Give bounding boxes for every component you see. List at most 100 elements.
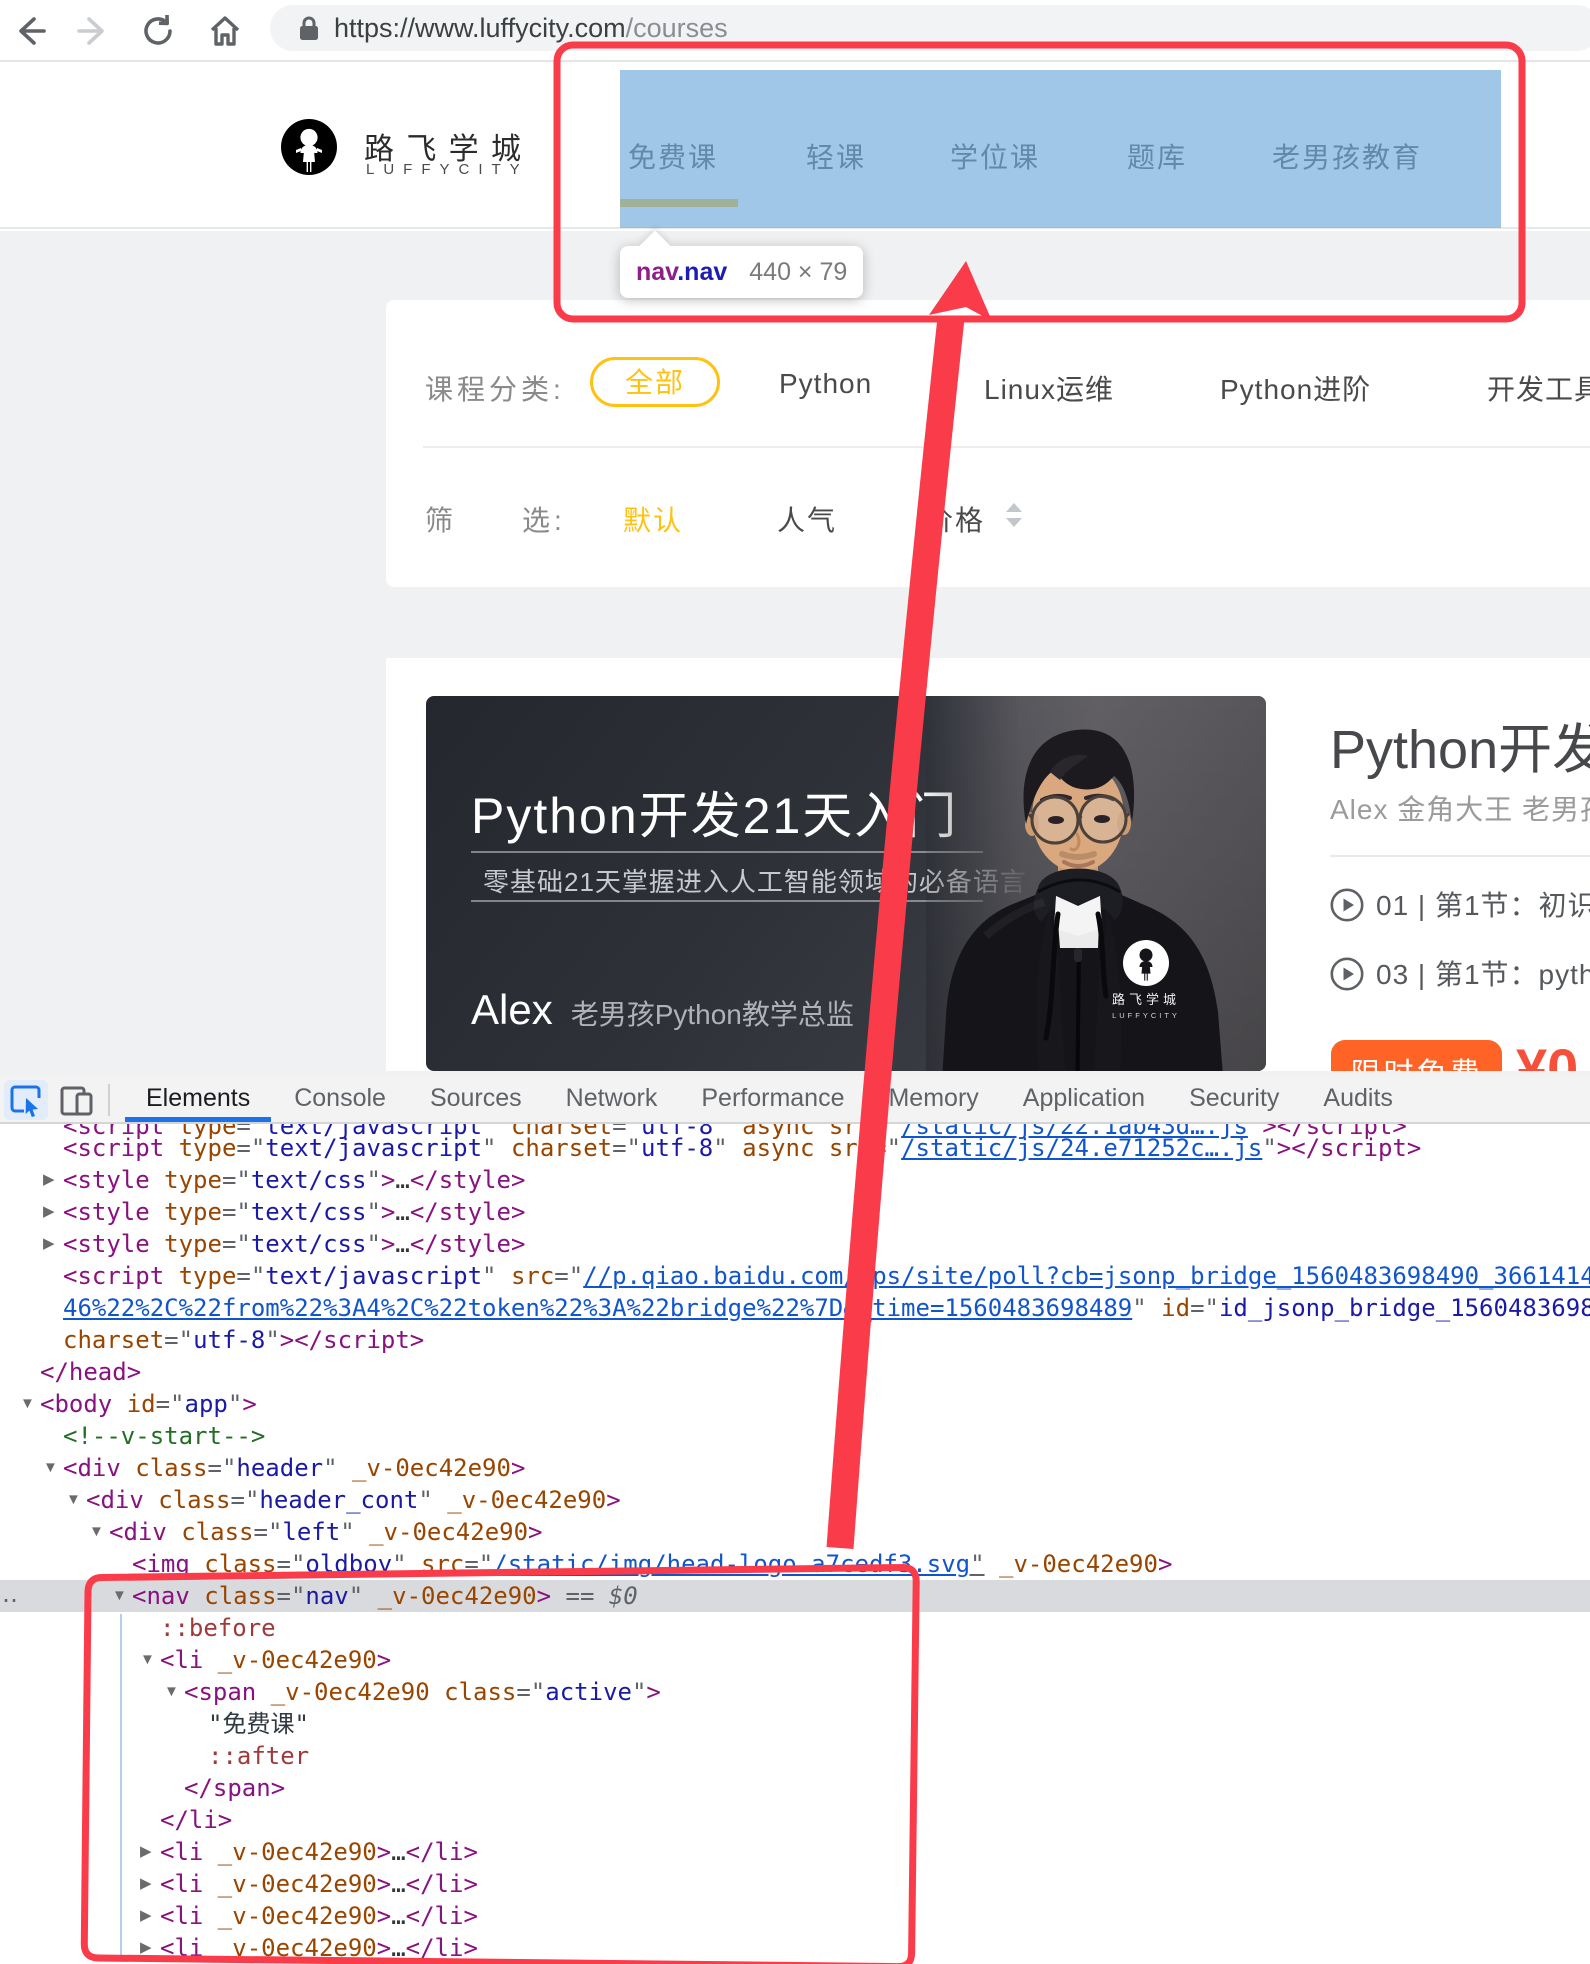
tree-row[interactable]: ::after — [0, 1740, 1590, 1772]
tree-row[interactable]: "免费课" — [0, 1708, 1590, 1740]
tooltip-selector: nav.nav — [636, 258, 727, 286]
banner-title: Python开发21天入门 — [471, 776, 958, 848]
collapse-arrow-icon[interactable]: ▼ — [66, 1484, 81, 1516]
tree-row-markup: <li _v-0ec42e90> — [160, 1644, 391, 1676]
chapter-label: 01 | 第1节：初识编程 — [1376, 890, 1590, 921]
elements-tree[interactable]: ‥ <script type="text/javascript" charset… — [0, 1124, 1590, 1964]
url-text: https://www.luffycity.com/courses — [334, 5, 728, 51]
tree-row[interactable]: <script type="text/javascript" src="//p.… — [0, 1260, 1590, 1292]
address-bar[interactable]: https://www.luffycity.com/courses — [270, 5, 1590, 51]
tree-row[interactable]: <script type="text/javascript" charset="… — [0, 1132, 1590, 1164]
expand-arrow-icon[interactable]: ▶ — [43, 1196, 55, 1228]
devtools-tab[interactable]: Network — [544, 1076, 680, 1122]
back-icon[interactable] — [10, 11, 50, 51]
expand-arrow-icon[interactable]: ▶ — [140, 1836, 152, 1868]
collapse-arrow-icon[interactable]: ▼ — [20, 1388, 35, 1420]
tree-row[interactable]: ▶<style type="text/css">…</style> — [0, 1164, 1590, 1196]
tree-row[interactable]: ▶<style type="text/css">…</style> — [0, 1196, 1590, 1228]
collapse-arrow-icon[interactable]: ▼ — [43, 1452, 58, 1484]
tree-row-markup: 46%22%2C%22from%22%3A4%2C%22token%22%3A%… — [63, 1292, 1590, 1324]
tree-row[interactable]: ▼<div class="header_cont" _v-0ec42e90> — [0, 1484, 1590, 1516]
expand-arrow-icon[interactable]: ▶ — [43, 1164, 55, 1196]
category-item[interactable]: Python进阶 — [1220, 368, 1371, 408]
tree-row[interactable]: <img class="oldboy" src="/static/img/hea… — [0, 1548, 1590, 1580]
devtools-tab[interactable]: Security — [1167, 1076, 1301, 1122]
tree-row[interactable]: ▼<body id="app"> — [0, 1388, 1590, 1420]
tree-row-markup: "免费课" — [208, 1708, 309, 1740]
devtools-tab[interactable]: Memory — [866, 1076, 1000, 1122]
tree-row[interactable]: </span> — [0, 1772, 1590, 1804]
devtools-tab[interactable]: Elements — [124, 1076, 272, 1122]
filter-divider — [423, 446, 1590, 448]
tree-row[interactable]: </li> — [0, 1804, 1590, 1836]
reload-icon[interactable] — [138, 11, 178, 51]
lock-icon — [296, 15, 322, 48]
free-button[interactable]: 限时免费 — [1331, 1040, 1502, 1071]
sort-label-colon: 选: — [522, 499, 566, 539]
tree-row-markup: <div class="header_cont" _v-0ec42e90> — [86, 1484, 621, 1516]
tree-row[interactable]: ▼<div class="left" _v-0ec42e90> — [0, 1516, 1590, 1548]
category-all-pill[interactable]: 全部 — [590, 357, 720, 407]
filter-card: 课程分类: 全部 PythonLinux运维Python进阶开发工具 筛 选: … — [386, 300, 1590, 587]
tree-row-markup: <script type="text/javascript" charset="… — [63, 1132, 1421, 1164]
collapse-arrow-icon[interactable]: ▼ — [112, 1580, 127, 1612]
price-sort-icon[interactable] — [1003, 502, 1025, 533]
expand-arrow-icon[interactable]: ▶ — [43, 1228, 55, 1260]
device-toolbar-icon[interactable] — [54, 1080, 98, 1120]
devtools-tab[interactable]: Audits — [1301, 1076, 1414, 1122]
tree-row-markup: </li> — [160, 1804, 232, 1836]
tree-row[interactable]: ▼<span _v-0ec42e90 class="active"> — [0, 1676, 1590, 1708]
home-icon[interactable] — [205, 11, 245, 51]
course-banner-image[interactable]: Python开发21天入门 零基础21天掌握进入人工智能领域的必备语言 Alex… — [426, 696, 1266, 1071]
tree-row-markup: <li _v-0ec42e90>…</li> — [160, 1836, 478, 1868]
play-icon — [1330, 888, 1364, 922]
tree-row[interactable]: ▶<li _v-0ec42e90>…</li> — [0, 1932, 1590, 1964]
devtools-inspect-highlight — [620, 70, 1501, 228]
tree-row[interactable]: ▼<div class="header" _v-0ec42e90> — [0, 1452, 1590, 1484]
course-divider — [1330, 855, 1590, 857]
tree-row-markup: <li _v-0ec42e90>…</li> — [160, 1932, 478, 1964]
sort-item[interactable]: 人气 — [777, 499, 837, 539]
inspect-element-icon[interactable] — [4, 1080, 48, 1120]
sort-item[interactable]: 价格 — [925, 499, 985, 539]
expand-arrow-icon[interactable]: ▶ — [140, 1900, 152, 1932]
expand-arrow-icon[interactable]: ▶ — [140, 1932, 152, 1964]
tree-row[interactable]: ▶<style type="text/css">…</style> — [0, 1228, 1590, 1260]
tree-row-markup: <style type="text/css">…</style> — [63, 1164, 525, 1196]
category-label: 课程分类: — [425, 368, 565, 408]
chapter-row[interactable]: 03 | 第1节：python基础 — [1330, 953, 1590, 993]
tree-row-markup: <!--v-start--> — [63, 1420, 265, 1452]
collapse-arrow-icon[interactable]: ▼ — [140, 1644, 155, 1676]
tree-row-markup: <style type="text/css">…</style> — [63, 1228, 525, 1260]
sort-item[interactable]: 默认 — [623, 499, 683, 539]
tree-row[interactable]: ▶<li _v-0ec42e90>…</li> — [0, 1836, 1590, 1868]
banner-divider-top — [471, 851, 983, 853]
collapse-arrow-icon[interactable]: ▼ — [164, 1676, 179, 1708]
tree-row[interactable]: charset="utf-8"></script> — [0, 1324, 1590, 1356]
forward-icon[interactable] — [73, 11, 113, 51]
tree-row-markup: <body id="app"> — [40, 1388, 257, 1420]
tree-row[interactable]: ▶<li _v-0ec42e90>…</li> — [0, 1868, 1590, 1900]
tree-row-markup: <div class="header" _v-0ec42e90> — [63, 1452, 525, 1484]
tree-row-markup: <img class="oldboy" src="/static/img/hea… — [132, 1548, 1172, 1580]
tree-row[interactable]: 46%22%2C%22from%22%3A4%2C%22token%22%3A%… — [0, 1292, 1590, 1324]
devtools-tab[interactable]: Console — [272, 1076, 408, 1122]
devtools-tab[interactable]: Application — [1001, 1076, 1167, 1122]
tree-row[interactable]: </head> — [0, 1356, 1590, 1388]
course-card[interactable]: Python开发21天入门 零基础21天掌握进入人工智能领域的必备语言 Alex… — [386, 658, 1590, 1071]
devtools-toolbar: ElementsConsoleSourcesNetworkPerformance… — [0, 1076, 1590, 1124]
collapse-arrow-icon[interactable]: ▼ — [89, 1516, 104, 1548]
tree-row[interactable]: ▼<li _v-0ec42e90> — [0, 1644, 1590, 1676]
category-item[interactable]: 开发工具 — [1487, 368, 1590, 408]
tree-row-selected[interactable]: ▼<nav class="nav" _v-0ec42e90> == $0 — [0, 1580, 1590, 1612]
toolbar-separator — [108, 1084, 110, 1116]
expand-arrow-icon[interactable]: ▶ — [140, 1868, 152, 1900]
devtools-tab[interactable]: Sources — [408, 1076, 544, 1122]
tree-row[interactable]: ▶<li _v-0ec42e90>…</li> — [0, 1900, 1590, 1932]
devtools-tab[interactable]: Performance — [679, 1076, 866, 1122]
tree-row[interactable]: <!--v-start--> — [0, 1420, 1590, 1452]
chapter-row[interactable]: 01 | 第1节：初识编程 — [1330, 884, 1590, 924]
category-item[interactable]: Linux运维 — [984, 368, 1114, 408]
tree-row[interactable]: ::before — [0, 1612, 1590, 1644]
category-item[interactable]: Python — [779, 368, 872, 400]
